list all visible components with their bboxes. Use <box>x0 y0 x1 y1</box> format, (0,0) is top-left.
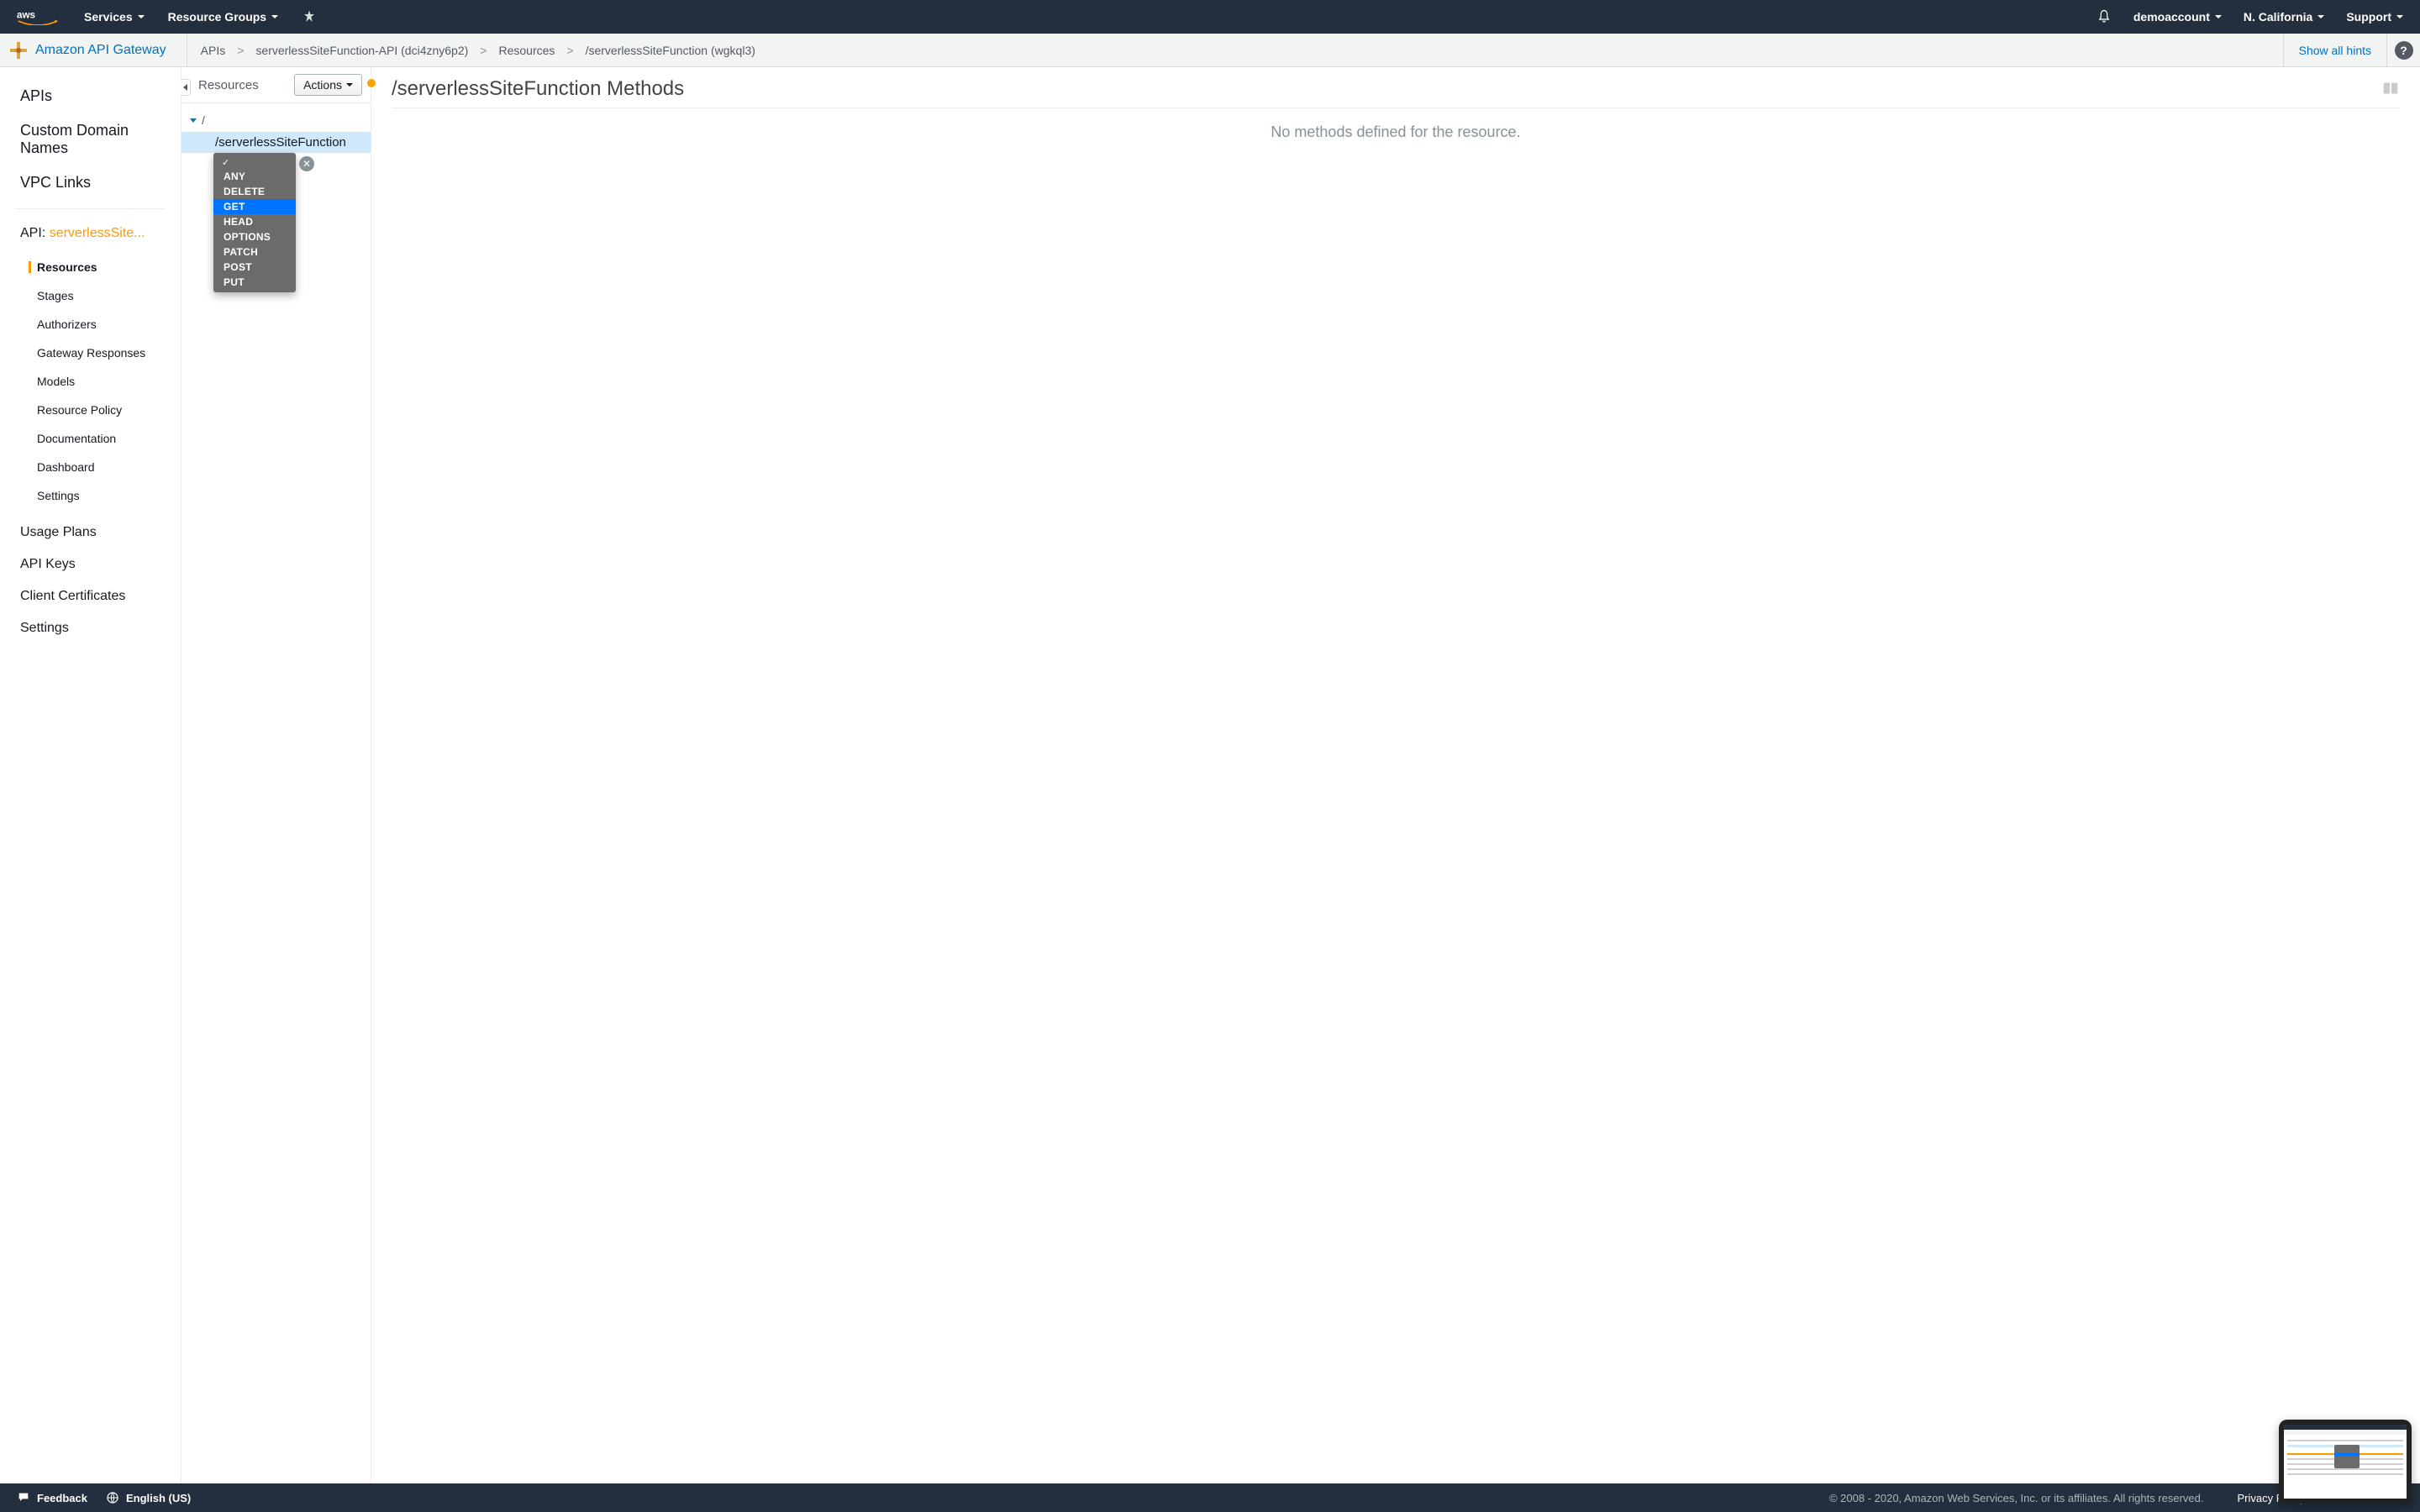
method-option-patch[interactable]: PATCH <box>213 244 296 260</box>
sidebar-item-models[interactable]: Models <box>0 367 181 396</box>
feedback-label: Feedback <box>37 1492 87 1504</box>
caret-down-icon <box>346 83 353 87</box>
actions-label: Actions <box>303 78 342 92</box>
resource-groups-label: Resource Groups <box>168 10 266 24</box>
method-option-head[interactable]: HEAD <box>213 214 296 229</box>
svg-text:aws: aws <box>17 10 35 21</box>
method-option-any[interactable]: ANY <box>213 169 296 184</box>
resource-groups-menu[interactable]: Resource Groups <box>168 10 278 24</box>
hint-badge[interactable] <box>366 77 377 89</box>
content-pane: /serverlessSiteFunction Methods No metho… <box>371 67 2420 1483</box>
breadcrumb-resource-path[interactable]: /serverlessSiteFunction (wgkql3) <box>586 44 755 57</box>
sidebar-item-settings[interactable]: Settings <box>0 481 181 510</box>
sidebar-item-dashboard[interactable]: Dashboard <box>0 453 181 481</box>
api-name[interactable]: serverlessSite... <box>50 226 145 240</box>
services-label: Services <box>84 10 133 24</box>
breadcrumb-apis[interactable]: APIs <box>201 44 226 57</box>
speech-bubble-icon <box>17 1491 30 1504</box>
sidebar-item-resources[interactable]: Resources <box>0 253 181 281</box>
sidebar-item-resource-policy[interactable]: Resource Policy <box>0 396 181 424</box>
globe-icon <box>106 1491 119 1504</box>
services-menu[interactable]: Services <box>84 10 145 24</box>
sidebar-item-stages[interactable]: Stages <box>0 281 181 310</box>
pin-icon <box>302 9 317 24</box>
support-label: Support <box>2346 10 2391 24</box>
sidebar-item-custom-domain-names[interactable]: Custom Domain Names <box>0 113 181 165</box>
show-all-hints-link[interactable]: Show all hints <box>2283 34 2386 66</box>
sidebar-item-documentation[interactable]: Documentation <box>0 424 181 453</box>
api-label: API: serverlessSite... <box>0 226 181 241</box>
method-option-put[interactable]: PUT <box>213 275 296 290</box>
feedback-link[interactable]: Feedback <box>17 1491 87 1504</box>
support-menu[interactable]: Support <box>2346 10 2403 24</box>
collapse-panel-toggle[interactable] <box>181 79 191 96</box>
close-icon: ✕ <box>302 158 311 170</box>
account-label: demoaccount <box>2133 10 2210 24</box>
region-label: N. California <box>2244 10 2312 24</box>
notifications[interactable] <box>2096 9 2112 24</box>
aws-logo[interactable]: aws <box>17 8 59 25</box>
chevron-right-icon: > <box>237 44 244 57</box>
sidebar-item-authorizers[interactable]: Authorizers <box>0 310 181 339</box>
resource-tree: / /serverlessSiteFunction ✕ ANY DELETE G… <box>182 103 371 185</box>
sidebar-item-client-certificates[interactable]: Client Certificates <box>0 580 181 612</box>
method-select-row: ✕ ANY DELETE GET HEAD OPTIONS PATCH POST… <box>182 153 371 176</box>
empty-state-text: No methods defined for the resource. <box>392 123 2400 141</box>
sidebar-item-gateway-responses[interactable]: Gateway Responses <box>0 339 181 367</box>
left-sidebar: APIs Custom Domain Names VPC Links API: … <box>0 67 182 1483</box>
breadcrumb-api-name[interactable]: serverlessSiteFunction-API (dci4zny6p2) <box>255 44 468 57</box>
caret-down-icon <box>2396 15 2403 18</box>
help-button[interactable]: ? <box>2386 34 2420 66</box>
api-label-prefix: API: <box>20 226 50 240</box>
method-dropdown[interactable]: ANY DELETE GET HEAD OPTIONS PATCH POST P… <box>213 153 296 292</box>
method-option-post[interactable]: POST <box>213 260 296 275</box>
help-icon: ? <box>2395 41 2413 60</box>
divider <box>15 208 166 209</box>
pin-shortcut[interactable] <box>302 9 317 24</box>
bell-icon <box>2096 9 2112 24</box>
sidebar-item-vpc-links[interactable]: VPC Links <box>0 165 181 200</box>
region-menu[interactable]: N. California <box>2244 10 2324 24</box>
service-home-link[interactable]: Amazon API Gateway <box>35 43 166 58</box>
preview-thumbnail[interactable] <box>2279 1420 2412 1504</box>
actions-button[interactable]: Actions <box>294 74 362 96</box>
method-option-options[interactable]: OPTIONS <box>213 229 296 244</box>
account-menu[interactable]: demoaccount <box>2133 10 2222 24</box>
api-gateway-icon <box>8 40 29 60</box>
global-nav: aws Services Resource Groups demoaccount… <box>0 0 2420 34</box>
tree-child-node[interactable]: /serverlessSiteFunction <box>182 132 371 153</box>
caret-down-icon <box>138 15 145 18</box>
sidebar-item-api-keys[interactable]: API Keys <box>0 549 181 580</box>
service-bar: Amazon API Gateway APIs > serverlessSite… <box>0 34 2420 67</box>
copyright-text: © 2008 - 2020, Amazon Web Services, Inc.… <box>1829 1492 2204 1504</box>
sidebar-item-apis[interactable]: APIs <box>0 79 181 113</box>
dropdown-selected-check[interactable] <box>213 155 296 169</box>
cancel-method-button[interactable]: ✕ <box>299 156 314 171</box>
resources-panel-title: Resources <box>198 78 259 92</box>
breadcrumb-resources[interactable]: Resources <box>498 44 555 57</box>
tree-root-node[interactable]: / <box>182 112 371 129</box>
resources-panel: Resources Actions / /serverlessSiteFunct… <box>182 67 371 1483</box>
footer: Feedback English (US) © 2008 - 2020, Ama… <box>0 1483 2420 1512</box>
method-option-delete[interactable]: DELETE <box>213 184 296 199</box>
sidebar-item-global-settings[interactable]: Settings <box>0 612 181 644</box>
root-path-label: / <box>202 113 205 127</box>
language-label: English (US) <box>126 1492 191 1504</box>
breadcrumb: APIs > serverlessSiteFunction-API (dci4z… <box>187 34 755 66</box>
page-title: /serverlessSiteFunction Methods <box>392 77 684 101</box>
caret-down-icon <box>271 15 278 18</box>
documentation-icon[interactable] <box>2381 80 2400 98</box>
sidebar-item-usage-plans[interactable]: Usage Plans <box>0 517 181 549</box>
caret-down-icon <box>2215 15 2222 18</box>
caret-down-icon <box>190 118 197 123</box>
main-area: APIs Custom Domain Names VPC Links API: … <box>0 67 2420 1483</box>
chevron-right-icon: > <box>480 44 487 57</box>
language-selector[interactable]: English (US) <box>106 1491 191 1504</box>
caret-down-icon <box>2317 15 2324 18</box>
method-option-get[interactable]: GET <box>213 199 296 214</box>
chevron-right-icon: > <box>566 44 573 57</box>
